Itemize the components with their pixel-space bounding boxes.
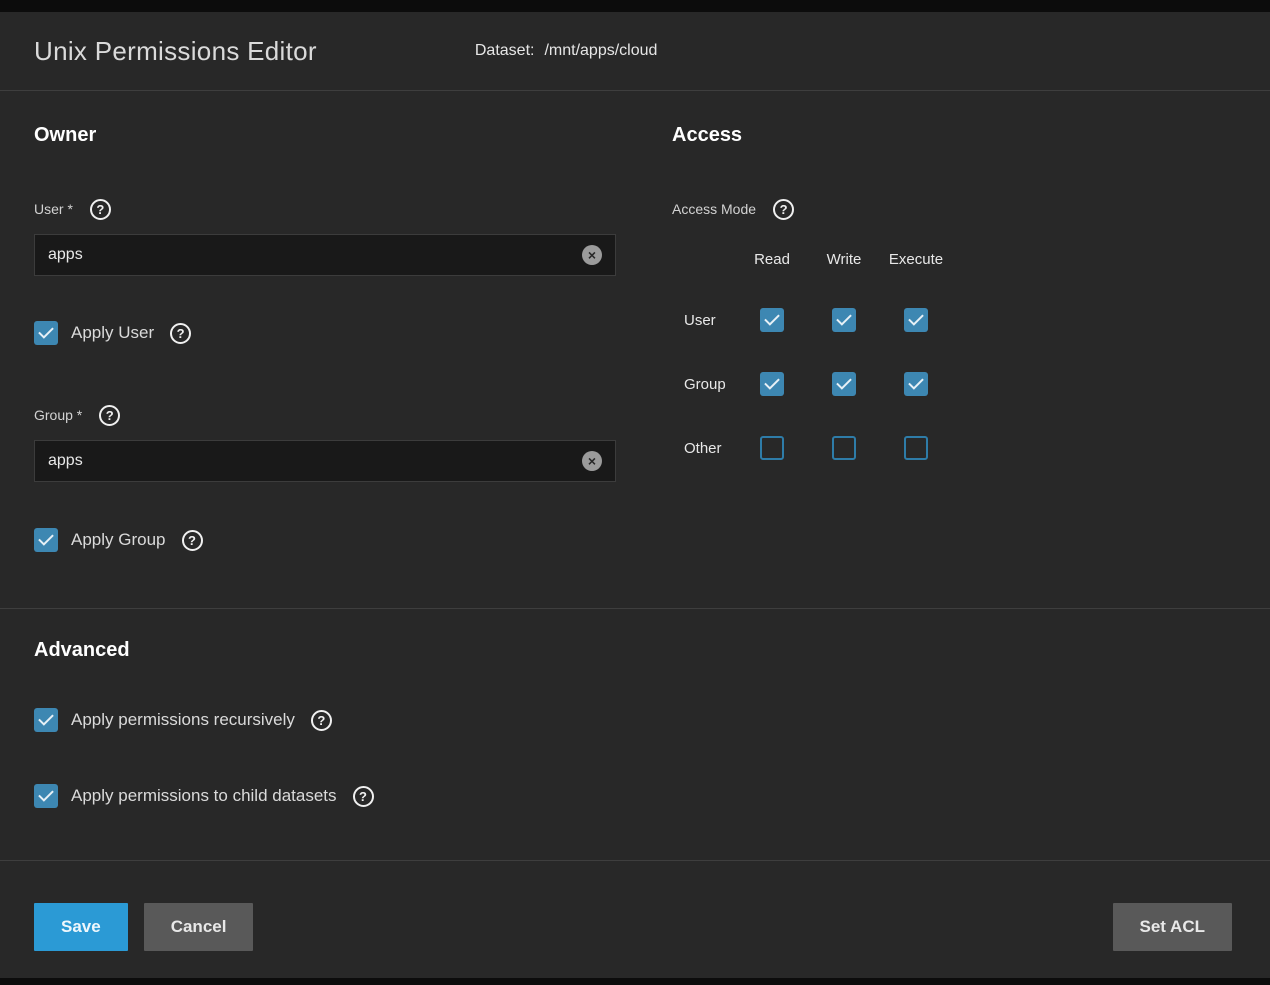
apply-group-help-icon[interactable]: ? [182, 530, 203, 551]
checkbox-other-execute[interactable] [904, 436, 928, 460]
user-input[interactable] [34, 234, 616, 276]
apply-child-datasets-label: Apply permissions to child datasets [71, 786, 337, 806]
user-input-wrap: × [34, 234, 616, 276]
access-mode-grid: Read Write Execute User Group Other [672, 251, 1236, 460]
apply-user-checkbox[interactable] [34, 321, 58, 345]
apply-child-datasets-row: Apply permissions to child datasets ? [34, 784, 1236, 808]
page-background-strip-bottom [0, 978, 1270, 985]
dataset-path: Dataset: /mnt/apps/cloud [475, 42, 658, 60]
user-help-icon[interactable]: ? [90, 199, 111, 220]
apply-group-checkbox[interactable] [34, 528, 58, 552]
apply-group-row: Apply Group ? [34, 528, 616, 552]
checkbox-group-read[interactable] [760, 372, 784, 396]
save-button[interactable]: Save [34, 903, 128, 951]
checkbox-user-read[interactable] [760, 308, 784, 332]
group-label-row: Group * ? [34, 403, 616, 427]
access-heading: Access [672, 121, 1236, 149]
checkbox-other-read[interactable] [760, 436, 784, 460]
advanced-heading: Advanced [34, 636, 1236, 664]
checkbox-group-write[interactable] [832, 372, 856, 396]
apply-recursively-label: Apply permissions recursively [71, 710, 295, 730]
apply-recursively-row: Apply permissions recursively ? [34, 708, 1236, 732]
apply-user-row: Apply User ? [34, 321, 616, 345]
apply-child-datasets-help-icon[interactable]: ? [353, 786, 374, 807]
owner-heading: Owner [34, 121, 616, 149]
cancel-button[interactable]: Cancel [144, 903, 254, 951]
unix-permissions-editor-screen: Unix Permissions Editor Dataset: /mnt/ap… [0, 0, 1270, 985]
access-row-group-label: Group [672, 376, 736, 393]
access-section: Access Access Mode ? Read Write Execute … [672, 91, 1236, 608]
group-clear-icon[interactable]: × [582, 451, 602, 471]
checkbox-other-write[interactable] [832, 436, 856, 460]
access-row-user-label: User [672, 312, 736, 329]
user-label-row: User * ? [34, 197, 616, 221]
set-acl-button[interactable]: Set ACL [1113, 903, 1233, 951]
group-help-icon[interactable]: ? [99, 405, 120, 426]
apply-recursively-checkbox[interactable] [34, 708, 58, 732]
unix-permissions-editor-dialog: Unix Permissions Editor Dataset: /mnt/ap… [0, 12, 1270, 978]
access-col-execute: Execute [880, 251, 952, 268]
user-clear-icon[interactable]: × [582, 245, 602, 265]
group-input-wrap: × [34, 440, 616, 482]
page-background-strip-top [0, 0, 1270, 12]
advanced-section: Advanced Apply permissions recursively ?… [0, 609, 1270, 860]
page-title: Unix Permissions Editor [34, 36, 317, 67]
group-field-label: Group * [34, 407, 82, 423]
group-input[interactable] [34, 440, 616, 482]
apply-child-datasets-checkbox[interactable] [34, 784, 58, 808]
access-col-write: Write [808, 251, 880, 268]
access-mode-label: Access Mode [672, 201, 756, 217]
access-row-other-label: Other [672, 440, 736, 457]
apply-recursively-help-icon[interactable]: ? [311, 710, 332, 731]
access-mode-help-icon[interactable]: ? [773, 199, 794, 220]
checkbox-user-write[interactable] [832, 308, 856, 332]
checkbox-group-execute[interactable] [904, 372, 928, 396]
dataset-label: Dataset: [475, 42, 535, 60]
checkbox-user-execute[interactable] [904, 308, 928, 332]
apply-group-label: Apply Group [71, 530, 166, 550]
user-field-label: User * [34, 201, 73, 217]
dialog-footer: Save Cancel Set ACL [0, 861, 1270, 978]
dialog-body: Owner User * ? × Apply User ? Group * ? [0, 91, 1270, 608]
apply-user-help-icon[interactable]: ? [170, 323, 191, 344]
access-mode-label-row: Access Mode ? [672, 197, 1236, 221]
apply-user-label: Apply User [71, 323, 154, 343]
dataset-value: /mnt/apps/cloud [544, 42, 657, 60]
dialog-header: Unix Permissions Editor Dataset: /mnt/ap… [0, 12, 1270, 90]
access-col-read: Read [736, 251, 808, 268]
owner-section: Owner User * ? × Apply User ? Group * ? [34, 91, 616, 608]
